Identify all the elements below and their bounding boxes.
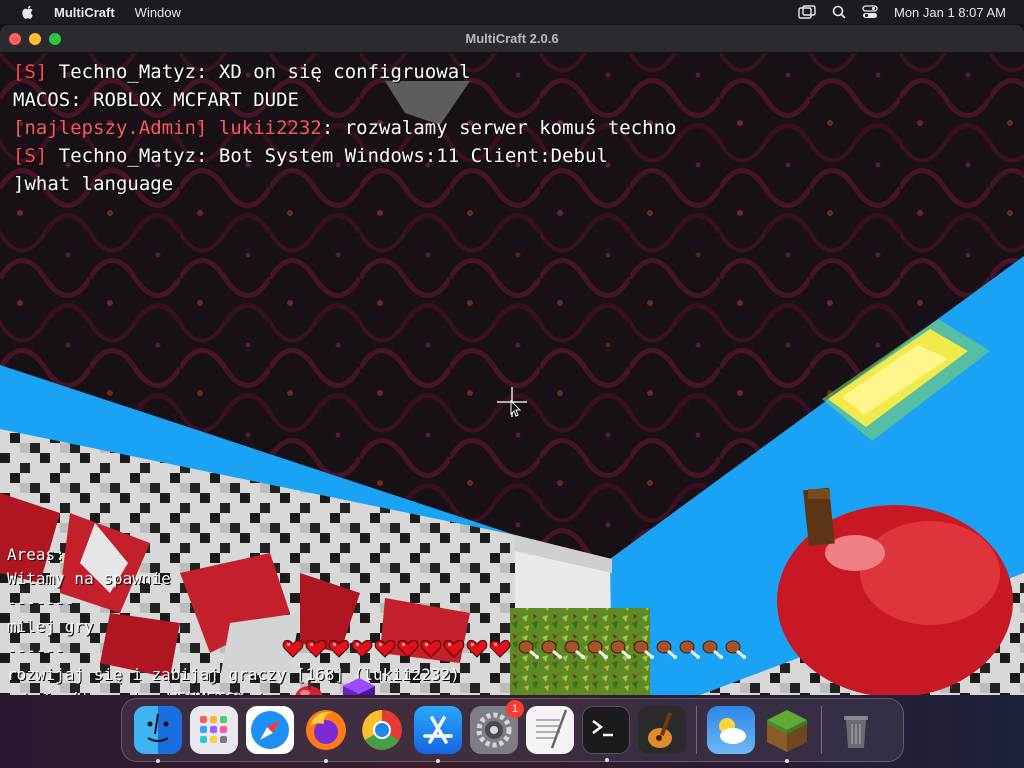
areas-panel: Areas: Witamy na spawnie ------- milej gry -… [7,543,460,695]
areas-line: milej gry [7,617,94,636]
areas-heading: Areas: [7,545,65,564]
drumstick-icon [725,640,746,659]
terminal-icon[interactable] [582,706,630,762]
safari-icon[interactable] [246,706,294,754]
running-indicator [156,759,160,763]
heart-icon [420,639,442,658]
menu-bar: MultiCraft Window Mon Jan 1 8:07 AM [0,0,1024,24]
notification-badge: 1 [506,700,524,718]
chrome-icon[interactable] [358,706,406,754]
areas-line: ------- [7,593,75,612]
chat-log: [S] Techno_Matyz: XD on się configruowal… [13,58,676,198]
heart-icon [282,639,304,658]
drumstick-icon [518,640,539,659]
launchpad-icon[interactable] [190,706,238,754]
areas-line: rozwijaj się i zabijaj graczy [168] (luk… [7,665,460,684]
chat-line: [S] Techno_Matyz: XD on się configruowal [13,61,471,83]
heart-icon [351,639,373,658]
heart-icon [397,639,419,658]
drumstick-icon [633,640,654,659]
trash-icon[interactable] [832,706,880,754]
heart-icon [466,639,488,658]
apple-item-icon[interactable] [292,678,326,695]
hunger-bar [518,639,747,659]
heart-icon [443,639,465,658]
running-indicator [605,758,609,762]
multicraft-icon[interactable] [763,706,811,763]
drumstick-icon [702,640,723,659]
garageband-icon[interactable] [638,706,686,754]
dock-separator [696,706,697,754]
system-settings-icon[interactable]: 1 [470,700,524,754]
textedit-icon[interactable] [526,706,574,754]
apple-icon[interactable] [20,4,36,20]
areas-line: Witamy na spawnie [7,569,171,588]
crosshair-icon [497,387,527,417]
drumstick-icon [564,640,585,659]
chat-line: [S] Techno_Matyz: Bot System Windows:11 … [13,145,608,167]
chat-line: MACOS: ROBLOX MCFART DUDE [13,89,299,111]
running-indicator [324,759,328,763]
window-titlebar: MultiCraft 2.0.6 [0,25,1024,53]
invite-code: ※ Invite code: W5UMFT6K ※ [7,687,460,695]
search-icon[interactable] [832,5,846,19]
menu-datetime[interactable]: Mon Jan 1 8:07 AM [894,5,1006,20]
drumstick-icon [587,640,608,659]
heart-icon [374,639,396,658]
chat-line: [najlepszy.Admin] lukii2232: rozwalamy s… [13,117,677,139]
drumstick-icon [679,640,700,659]
heart-icon [328,639,350,658]
dock-separator [821,706,822,754]
dock: 1 [121,698,904,763]
chat-line: ]what language [13,173,174,195]
firefox-icon[interactable] [302,706,350,763]
drumstick-icon [541,640,562,659]
health-bar [282,639,511,659]
menu-app-name[interactable]: MultiCraft [54,5,115,20]
app-store-icon[interactable] [414,706,462,763]
running-indicator [436,759,440,763]
finder-icon[interactable] [134,706,182,763]
drumstick-icon [610,640,631,659]
heart-icon [305,639,327,658]
running-indicator [785,759,789,763]
window-title: MultiCraft 2.0.6 [465,31,559,46]
control-center-icon[interactable] [862,5,878,19]
screen-mirroring-icon[interactable] [798,5,816,19]
drumstick-icon [656,640,677,659]
game-window: MultiCraft 2.0.6 [S] Techno_Matyz: XD on… [0,25,1024,695]
purple-block-icon[interactable] [340,675,378,695]
weather-icon[interactable] [707,706,755,754]
game-viewport[interactable]: [S] Techno_Matyz: XD on się configruowal… [0,53,1024,695]
heart-icon [489,639,511,658]
menu-window[interactable]: Window [135,5,181,20]
